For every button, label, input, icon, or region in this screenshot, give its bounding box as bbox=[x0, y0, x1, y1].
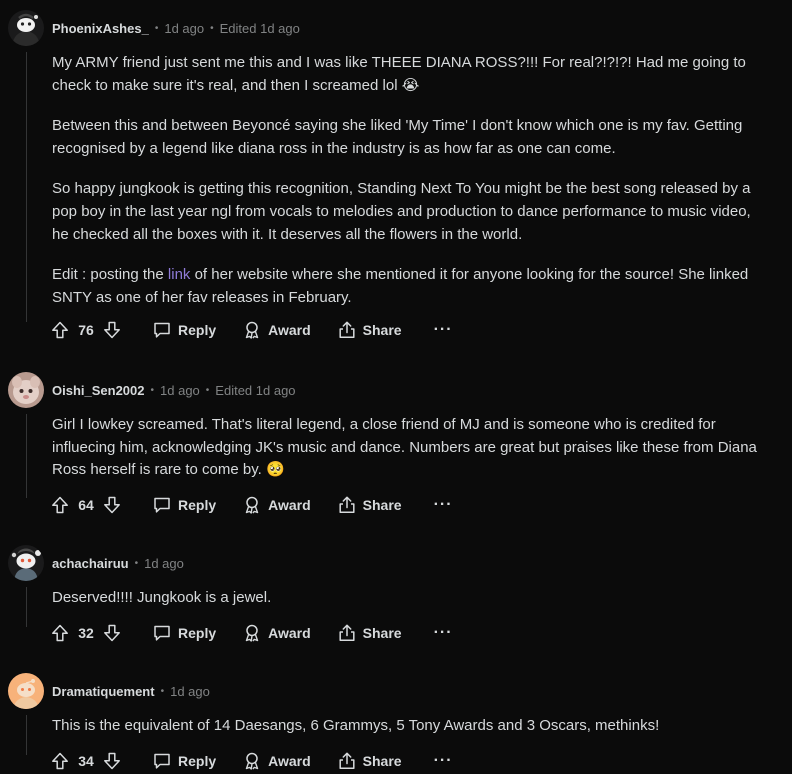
comment-paragraph: This is the equivalent of 14 Daesangs, 6… bbox=[52, 717, 660, 734]
share-icon bbox=[337, 495, 357, 515]
vote-control: 64 bbox=[50, 495, 122, 515]
timestamp[interactable]: 1d ago bbox=[144, 556, 184, 571]
profile-photo-avatar bbox=[8, 372, 44, 408]
vote-count: 32 bbox=[78, 625, 94, 641]
downvote-icon[interactable] bbox=[102, 751, 122, 771]
reply-icon bbox=[152, 623, 172, 643]
share-icon bbox=[337, 623, 357, 643]
vote-control: 76 bbox=[50, 320, 122, 340]
comment-actions: 76 Reply Award Share ··· bbox=[50, 318, 453, 342]
more-options-button[interactable]: ··· bbox=[434, 752, 453, 770]
avatar[interactable] bbox=[8, 372, 44, 408]
reply-icon bbox=[152, 320, 172, 340]
timestamp[interactable]: 1d ago bbox=[164, 21, 204, 36]
edited-label: Edited 1d ago bbox=[219, 20, 300, 36]
default-avatar-icon bbox=[8, 673, 44, 709]
author-name[interactable]: achachairuu bbox=[52, 556, 129, 571]
upvote-icon[interactable] bbox=[50, 320, 70, 340]
vote-count: 76 bbox=[78, 322, 94, 338]
source-link[interactable]: link bbox=[168, 266, 191, 283]
share-button[interactable]: Share bbox=[337, 751, 402, 771]
vote-control: 32 bbox=[50, 623, 122, 643]
upvote-icon[interactable] bbox=[50, 623, 70, 643]
downvote-icon[interactable] bbox=[102, 495, 122, 515]
more-options-button[interactable]: ··· bbox=[434, 624, 453, 642]
reply-icon bbox=[152, 495, 172, 515]
reply-button[interactable]: Reply bbox=[152, 495, 216, 515]
author-name[interactable]: PhoenixAshes_ bbox=[52, 21, 149, 36]
comment-body: Deserved!!!! Jungkook is a jewel. bbox=[52, 587, 768, 610]
comment-actions: 64 Reply Award Share ··· bbox=[50, 493, 453, 517]
snoo-avatar-icon bbox=[8, 545, 44, 581]
vote-control: 34 bbox=[50, 751, 122, 771]
comment-paragraph: Edit : posting the link of her website w… bbox=[52, 266, 749, 306]
thread-line[interactable] bbox=[26, 52, 27, 322]
more-options-button[interactable]: ··· bbox=[434, 496, 453, 514]
thread-line[interactable] bbox=[26, 715, 27, 755]
thread-line[interactable] bbox=[26, 414, 27, 498]
timestamp[interactable]: 1d ago bbox=[170, 684, 210, 699]
award-button[interactable]: Award bbox=[242, 495, 311, 515]
award-icon bbox=[242, 320, 262, 340]
award-button[interactable]: Award bbox=[242, 751, 311, 771]
vote-count: 34 bbox=[78, 753, 94, 769]
downvote-icon[interactable] bbox=[102, 623, 122, 643]
more-options-button[interactable]: ··· bbox=[434, 321, 453, 339]
comment-paragraph: My ARMY friend just sent me this and I w… bbox=[52, 54, 746, 94]
comment-oishi-sen2002: Oishi_Sen2002 • 1d ago • Edited 1d ago G… bbox=[0, 372, 792, 520]
comment-actions: 32 Reply Award Share ··· bbox=[50, 621, 453, 645]
reply-button[interactable]: Reply bbox=[152, 320, 216, 340]
reply-button[interactable]: Reply bbox=[152, 751, 216, 771]
comment-dramatiquement: Dramatiquement • 1d ago This is the equi… bbox=[0, 673, 792, 774]
upvote-icon[interactable] bbox=[50, 495, 70, 515]
reply-button[interactable]: Reply bbox=[152, 623, 216, 643]
comment-header: achachairuu • 1d ago bbox=[8, 545, 184, 581]
comment-paragraph: So happy jungkook is getting this recogn… bbox=[52, 180, 751, 243]
snoo-avatar-icon bbox=[8, 10, 44, 46]
comment-actions: 34 Reply Award Share ··· bbox=[50, 749, 453, 773]
avatar[interactable] bbox=[8, 545, 44, 581]
upvote-icon[interactable] bbox=[50, 751, 70, 771]
comment-body: My ARMY friend just sent me this and I w… bbox=[52, 52, 768, 309]
comment-paragraph: Between this and between Beyoncé saying … bbox=[52, 117, 743, 157]
award-icon bbox=[242, 751, 262, 771]
share-button[interactable]: Share bbox=[337, 320, 402, 340]
comment-paragraph: Deserved!!!! Jungkook is a jewel. bbox=[52, 589, 272, 606]
share-icon bbox=[337, 320, 357, 340]
award-icon bbox=[242, 495, 262, 515]
edited-label: Edited 1d ago bbox=[215, 382, 296, 398]
comment-thread: PhoenixAshes_ • 1d ago • Edited 1d ago M… bbox=[0, 0, 792, 774]
comment-header: Dramatiquement • 1d ago bbox=[8, 673, 210, 709]
comment-header: Oishi_Sen2002 • 1d ago • Edited 1d ago bbox=[8, 372, 296, 408]
comment-achachairuu: achachairuu • 1d ago Deserved!!!! Jungko… bbox=[0, 545, 792, 649]
comment-paragraph: Girl I lowkey screamed. That's literal l… bbox=[52, 416, 757, 479]
comment-phoenixashes: PhoenixAshes_ • 1d ago • Edited 1d ago M… bbox=[0, 10, 792, 346]
award-icon bbox=[242, 623, 262, 643]
avatar[interactable] bbox=[8, 10, 44, 46]
reply-icon bbox=[152, 751, 172, 771]
comment-header: PhoenixAshes_ • 1d ago • Edited 1d ago bbox=[8, 10, 300, 46]
author-name[interactable]: Dramatiquement bbox=[52, 684, 155, 699]
comment-body: This is the equivalent of 14 Daesangs, 6… bbox=[52, 715, 768, 738]
avatar[interactable] bbox=[8, 673, 44, 709]
award-button[interactable]: Award bbox=[242, 320, 311, 340]
share-icon bbox=[337, 751, 357, 771]
thread-line[interactable] bbox=[26, 587, 27, 627]
downvote-icon[interactable] bbox=[102, 320, 122, 340]
award-button[interactable]: Award bbox=[242, 623, 311, 643]
share-button[interactable]: Share bbox=[337, 495, 402, 515]
author-name[interactable]: Oishi_Sen2002 bbox=[52, 383, 145, 398]
timestamp[interactable]: 1d ago bbox=[160, 383, 200, 398]
share-button[interactable]: Share bbox=[337, 623, 402, 643]
vote-count: 64 bbox=[78, 497, 94, 513]
comment-body: Girl I lowkey screamed. That's literal l… bbox=[52, 414, 768, 482]
